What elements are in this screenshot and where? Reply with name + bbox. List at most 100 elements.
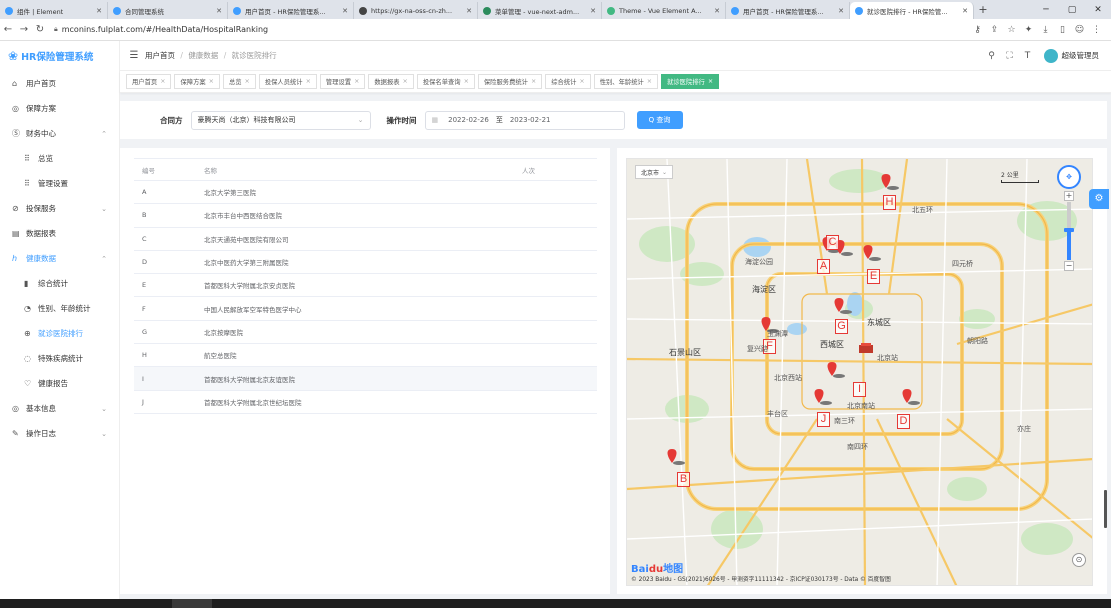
browser-tab[interactable]: 组件 | Element ✕ <box>0 2 108 19</box>
tag-item[interactable]: 综合统计 × <box>545 74 591 89</box>
browser-tab[interactable]: 菜单管理 - vue-next-adm... ✕ <box>478 2 602 19</box>
marker-label-b[interactable]: B <box>677 472 690 487</box>
close-tag-icon[interactable]: × <box>209 78 214 85</box>
nav-op-log[interactable]: ✎ 操作日志 ⌄ <box>0 421 119 446</box>
browser-tab[interactable]: 就诊医院排行 - HR保险管... ✕ <box>850 2 974 19</box>
start-date[interactable]: 2022-02-26 <box>448 116 489 124</box>
browser-tab[interactable]: 用户首页 - HR保险管理系... ✕ <box>726 2 850 19</box>
tag-item[interactable]: 总览 × <box>222 74 256 89</box>
tag-item[interactable]: 就诊医院排行 × <box>661 74 720 89</box>
table-row[interactable]: I 首都医科大学附属北京友谊医院 <box>134 366 597 391</box>
settings-gear-icon[interactable]: ⚙ <box>1089 189 1109 209</box>
nav-gender-age[interactable]: ◔ 性别、年龄统计 <box>0 296 119 321</box>
avatar[interactable] <box>1043 48 1058 63</box>
table-row[interactable]: F 中国人民解放军空军特色医学中心 <box>134 296 597 321</box>
nav-health[interactable]: ℎ 健康数据 ⌃ <box>0 246 119 271</box>
close-tag-icon[interactable]: × <box>531 78 536 85</box>
close-icon[interactable]: ✕ <box>1085 5 1111 15</box>
table-row[interactable]: A 北京大学第三医院 <box>134 180 597 205</box>
share-icon[interactable]: ⇪ <box>986 25 1003 35</box>
back-icon[interactable]: ← <box>0 24 16 35</box>
hospital-marker-j[interactable] <box>814 389 824 403</box>
date-range-picker[interactable]: ▦ 2022-02-26 至 2023-02-21 <box>424 110 625 130</box>
hospital-map[interactable]: 北京市 ⌄ 2 公里 ✥ + − ABCDEFGHIJ 海淀公园 海淀区 西城区 东城… <box>626 158 1093 586</box>
nav-health-report[interactable]: ♡ 健康报告 <box>0 371 119 396</box>
close-tab-icon[interactable]: ✕ <box>342 7 348 15</box>
browser-tab[interactable]: https://gx-na-oss-cn-zh... ✕ <box>354 2 478 19</box>
nav-home[interactable]: ⌂ 用户首页 <box>0 71 119 96</box>
end-date[interactable]: 2023-02-21 <box>510 116 551 124</box>
maximize-icon[interactable]: ▢ <box>1059 5 1085 15</box>
browser-tab[interactable]: 合同管理系统 ✕ <box>108 2 228 19</box>
close-tab-icon[interactable]: ✕ <box>838 7 844 15</box>
marker-label-g[interactable]: G <box>835 319 848 334</box>
menu-icon[interactable]: ⋮ <box>1088 25 1105 35</box>
map-pan-control[interactable]: ✥ <box>1057 165 1081 189</box>
profile-icon[interactable]: ☺ <box>1071 25 1088 35</box>
download-icon[interactable]: ⤓ <box>1037 25 1054 35</box>
marker-label-e[interactable]: E <box>867 269 880 284</box>
close-tab-icon[interactable]: ✕ <box>962 7 968 15</box>
close-tab-icon[interactable]: ✕ <box>714 7 720 15</box>
close-tag-icon[interactable]: × <box>306 78 311 85</box>
breadcrumb-home[interactable]: 用户首页 <box>145 51 175 60</box>
tag-item[interactable]: 管理设置 × <box>319 74 366 89</box>
zoom-slider[interactable] <box>1064 202 1074 260</box>
table-row[interactable]: G 北京按摩医院 <box>134 320 597 345</box>
close-tag-icon[interactable]: × <box>160 78 165 85</box>
marker-label-a[interactable]: A <box>817 259 830 274</box>
side-handle[interactable] <box>1104 490 1107 528</box>
reload-icon[interactable]: ↻ <box>32 24 48 35</box>
locate-icon[interactable]: ⊙ <box>1072 553 1086 567</box>
table-row[interactable]: D 北京中医药大学第三附属医院 <box>134 250 597 275</box>
nav-basic-info[interactable]: ◎ 基本信息 ⌄ <box>0 396 119 421</box>
close-tab-icon[interactable]: ✕ <box>96 7 102 15</box>
hospital-marker-i[interactable] <box>827 362 837 376</box>
key-icon[interactable]: ⚷ <box>969 25 986 35</box>
browser-tab[interactable]: 用户首页 - HR保险管理系... ✕ <box>228 2 354 19</box>
collapse-menu-icon[interactable]: ☰ <box>123 50 145 61</box>
table-row[interactable]: J 首都医科大学附属北京世纪坛医院 <box>134 390 597 414</box>
nav-comprehensive[interactable]: ▮ 综合统计 <box>0 271 119 296</box>
contract-select[interactable]: 豪腾天尚（北京）科技有限公司 ⌄ <box>190 110 371 130</box>
hospital-marker-e[interactable] <box>863 245 873 259</box>
tag-item[interactable]: 性别、年龄统计 × <box>593 74 659 89</box>
close-tag-icon[interactable]: × <box>464 78 469 85</box>
nav-disease[interactable]: ◌ 特殊疾病统计 <box>0 346 119 371</box>
marker-label-i[interactable]: I <box>853 382 866 397</box>
hospital-marker-g[interactable] <box>834 298 844 312</box>
close-tag-icon[interactable]: × <box>708 78 713 85</box>
table-row[interactable]: H 航空总医院 <box>134 343 597 368</box>
browser-tab[interactable]: Theme - Vue Element A... ✕ <box>602 2 726 19</box>
search-button[interactable]: Q 查询 <box>636 111 683 129</box>
marker-label-j[interactable]: J <box>817 412 830 427</box>
marker-label-h[interactable]: H <box>883 195 896 210</box>
nav-insurance[interactable]: ⊘ 投保服务 ⌄ <box>0 196 119 221</box>
close-tab-icon[interactable]: ✕ <box>590 7 596 15</box>
extensions-icon[interactable]: ✦ <box>1020 25 1037 35</box>
nav-finance[interactable]: Ⓢ 财务中心 ⌃ <box>0 121 119 146</box>
minimize-icon[interactable]: ─ <box>1033 5 1059 15</box>
close-tag-icon[interactable]: × <box>579 78 584 85</box>
user-name[interactable]: 超级管理员 <box>1062 50 1100 61</box>
nav-overview[interactable]: ⠿ 总览 <box>0 146 119 171</box>
tag-item[interactable]: 投保人员统计 × <box>258 74 317 89</box>
tag-item[interactable]: 保险服务费统计 × <box>477 74 543 89</box>
tag-item[interactable]: 数据报表 × <box>368 74 414 89</box>
table-row[interactable]: C 北京天通苑中医医院有限公司 <box>134 227 597 251</box>
tag-item[interactable]: 保障方案 × <box>174 74 220 89</box>
nav-hospital-ranking[interactable]: ⊕ 就诊医院排行 <box>0 321 119 346</box>
close-tag-icon[interactable]: × <box>403 78 408 85</box>
close-tab-icon[interactable]: ✕ <box>216 7 222 15</box>
search-icon[interactable]: ⚲ <box>984 51 1000 61</box>
close-tag-icon[interactable]: × <box>354 78 359 85</box>
zoom-in-button[interactable]: + <box>1064 191 1074 201</box>
close-tag-icon[interactable]: × <box>245 78 250 85</box>
star-icon[interactable]: ☆ <box>1003 25 1020 35</box>
close-tag-icon[interactable]: × <box>647 78 652 85</box>
nav-plan[interactable]: ◎ 保障方案 <box>0 96 119 121</box>
close-tab-icon[interactable]: ✕ <box>466 7 472 15</box>
new-tab-button[interactable]: + <box>974 2 992 19</box>
zoom-out-button[interactable]: − <box>1064 261 1074 271</box>
url-field[interactable]: 🔒︎ mconins.fulplat.com/#/HealthData/Hosp… <box>54 25 969 34</box>
